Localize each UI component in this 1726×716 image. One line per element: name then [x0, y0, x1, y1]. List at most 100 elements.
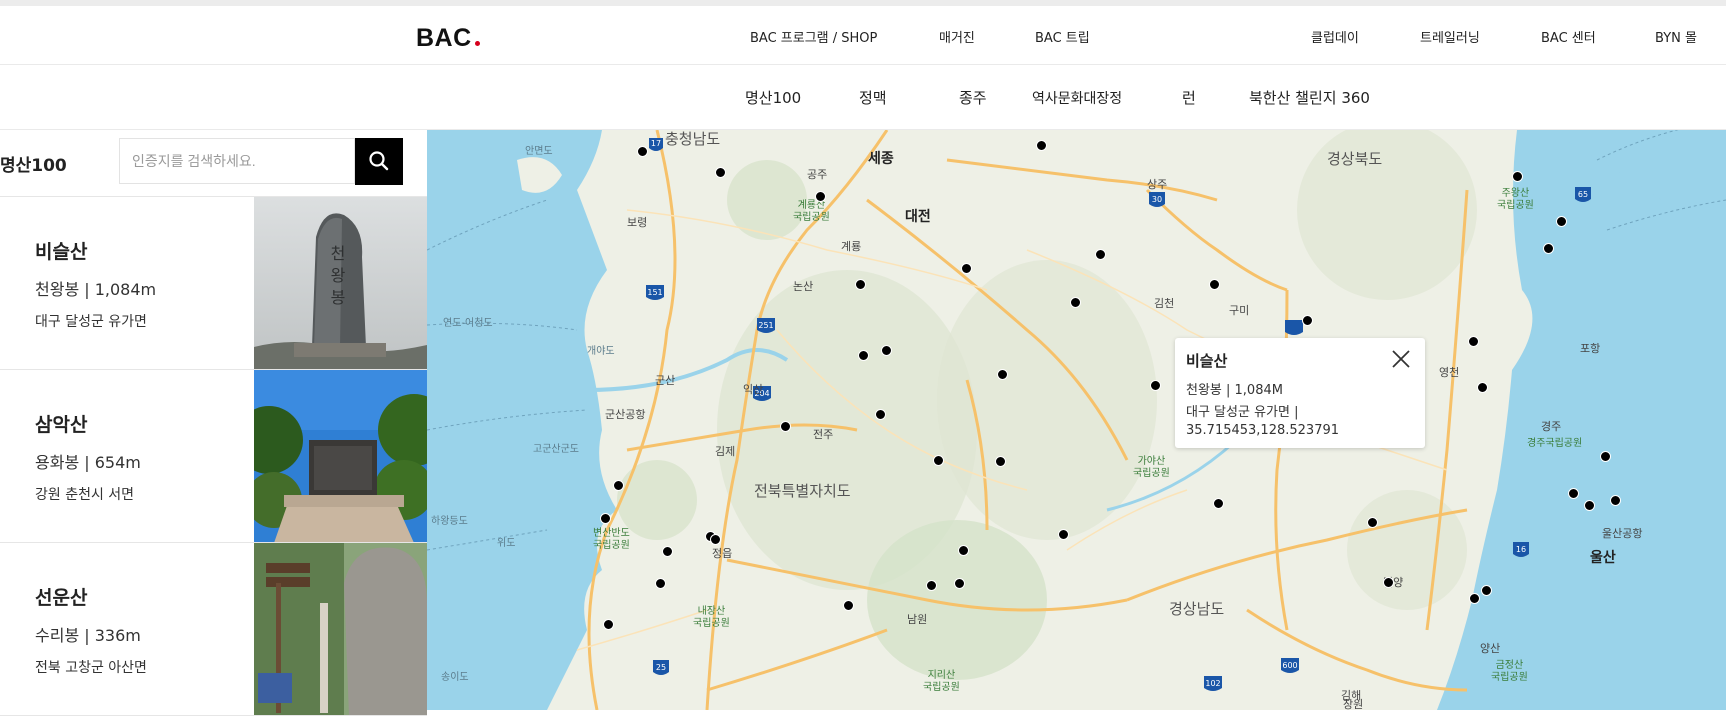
map-label-jeongeup: 정읍 — [712, 547, 733, 560]
svg-text:천: 천 — [331, 244, 346, 263]
list-item[interactable]: 비슬산 천왕봉 | 1,084m 대구 달성군 유가면 천 왕 봉 — [0, 197, 427, 370]
map-marker[interactable] — [1469, 593, 1480, 604]
close-icon — [1392, 350, 1410, 368]
map-label-ulsan: 울산 — [1590, 550, 1616, 566]
map-marker[interactable] — [1070, 297, 1081, 308]
map-marker[interactable] — [875, 409, 886, 420]
map-marker[interactable] — [715, 167, 726, 178]
map-label-nonsan: 논산 — [793, 280, 814, 293]
logo-red-dot — [474, 41, 480, 46]
nav-club-day[interactable]: 클럽데이 — [1311, 27, 1359, 46]
nav-bac-trip[interactable]: BAC 트립 — [1035, 27, 1090, 46]
map-marker[interactable] — [1512, 171, 1523, 182]
list-item[interactable]: 선운산 수리봉 | 336m 전북 고창군 아산면 — [0, 543, 427, 716]
svg-text:왕: 왕 — [331, 266, 346, 285]
search-button[interactable] — [355, 138, 403, 185]
map-marker[interactable] — [995, 456, 1006, 467]
tab-jeongmaek[interactable]: 정맥 — [859, 87, 887, 108]
nav-bac-program-shop[interactable]: BAC 프로그램 / SHOP — [750, 27, 877, 46]
map-marker[interactable] — [780, 421, 791, 432]
search-input[interactable] — [119, 138, 355, 184]
popup-peak: 천왕봉 | 1,084M — [1186, 383, 1283, 398]
svg-text:65: 65 — [1578, 190, 1588, 199]
map-marker[interactable] — [1481, 585, 1492, 596]
nav-trail-running[interactable]: 트레일러닝 — [1420, 27, 1480, 46]
map-label-pohang: 포항 — [1580, 342, 1601, 355]
map-label-sangju: 상주 — [1147, 178, 1168, 191]
popup-close-button[interactable] — [1390, 348, 1412, 370]
map-label-park-jiri: 지리산 국립공원 — [923, 670, 960, 693]
map-label-gyeryong: 계룡 — [841, 240, 862, 253]
map-marker[interactable] — [662, 546, 673, 557]
mountain-peak: 천왕봉 | 1,084m — [35, 280, 157, 299]
map-marker[interactable] — [613, 480, 624, 491]
map-marker[interactable] — [1036, 140, 1047, 151]
bac-logo[interactable]: BAC — [416, 24, 480, 53]
map-marker[interactable] — [1600, 451, 1611, 462]
map-marker[interactable] — [1568, 488, 1579, 499]
map-marker[interactable] — [843, 600, 854, 611]
map-marker[interactable] — [1095, 249, 1106, 260]
map-label-park-byeonsan: 변산반도 국립공원 — [593, 528, 630, 551]
map-marker[interactable] — [1477, 382, 1488, 393]
mountain-location: 대구 달성군 유가면 — [35, 314, 147, 330]
map-label-yeondo: 연도-어청도 — [443, 318, 493, 329]
map-marker[interactable] — [961, 263, 972, 274]
svg-text:600: 600 — [1282, 661, 1297, 670]
map-marker[interactable] — [710, 534, 721, 545]
map-label-chungnam: 충청남도 — [665, 130, 721, 148]
nav-magazine[interactable]: 매거진 — [939, 27, 975, 46]
map-marker[interactable] — [926, 580, 937, 591]
map-label-gyeongbuk: 경상북도 — [1327, 150, 1383, 168]
map-marker[interactable] — [958, 545, 969, 556]
mountain-photo — [254, 543, 427, 715]
map-marker[interactable] — [858, 350, 869, 361]
tab-myeongsan100[interactable]: 명산100 — [745, 87, 801, 108]
map-marker[interactable] — [1556, 216, 1567, 227]
map-marker[interactable] — [1367, 517, 1378, 528]
map-marker[interactable] — [655, 578, 666, 589]
map-label-park-geumjeong: 금정산 국립공원 — [1491, 660, 1528, 683]
list-item[interactable]: 삼악산 용화봉 | 654m 강원 춘천시 서면 — [0, 370, 427, 543]
map-marker[interactable] — [881, 345, 892, 356]
map-marker[interactable] — [1213, 498, 1224, 509]
map-marker[interactable] — [600, 513, 611, 524]
map-marker[interactable] — [1543, 243, 1554, 254]
map-marker[interactable] — [603, 619, 614, 630]
map-label-anmyeondo: 안면도 — [525, 146, 553, 157]
sidebar-title: 명산100 — [0, 156, 67, 176]
map-label-jeonju: 전주 — [813, 428, 834, 441]
global-nav: BAC BAC 프로그램 / SHOP 매거진 BAC 트립 클럽데이 트레일러… — [0, 6, 1726, 65]
tab-run[interactable]: 런 — [1182, 87, 1196, 108]
tab-history-culture[interactable]: 역사문화대장정 — [1032, 88, 1122, 108]
map-marker[interactable] — [637, 146, 648, 157]
map-marker[interactable] — [1209, 279, 1220, 290]
map-marker[interactable] — [815, 191, 826, 202]
tab-bukhansan-360[interactable]: 북한산 챌린지 360 — [1249, 87, 1370, 108]
map-marker[interactable] — [1610, 495, 1621, 506]
svg-text:102: 102 — [1205, 679, 1220, 688]
nav-bac-center[interactable]: BAC 센터 — [1541, 27, 1596, 46]
mountain-list: 비슬산 천왕봉 | 1,084m 대구 달성군 유가면 천 왕 봉 삼악산 용화… — [0, 196, 427, 716]
map-marker[interactable] — [997, 369, 1008, 380]
map-marker[interactable] — [1383, 577, 1394, 588]
map-label-namwon: 남원 — [907, 613, 928, 626]
map-marker[interactable] — [1302, 315, 1313, 326]
map-marker[interactable] — [1584, 500, 1595, 511]
map-view[interactable]: 17 151 251 204 30 65 16 25 600 102 충청남도 … — [427, 130, 1726, 710]
map-marker[interactable] — [855, 279, 866, 290]
map-label-gyeongnam: 경상남도 — [1169, 600, 1225, 618]
tab-jongju[interactable]: 종주 — [959, 87, 987, 108]
map-label-songido: 송이도 — [441, 672, 469, 683]
map-marker[interactable] — [1150, 380, 1161, 391]
map-marker[interactable] — [1468, 336, 1479, 347]
nav-byn-mall[interactable]: BYN 몰 — [1655, 27, 1697, 46]
map-marker[interactable] — [933, 455, 944, 466]
map-label-gongju: 공주 — [807, 168, 828, 181]
map-marker[interactable] — [1058, 529, 1069, 540]
map-marker[interactable] — [954, 578, 965, 589]
map-label-sejong: 세종 — [868, 151, 894, 167]
map-label-park-gyeryong: 계룡산 국립공원 — [793, 200, 830, 223]
mountain-peak: 용화봉 | 654m — [35, 453, 141, 472]
mountain-sidebar: 명산100 비슬산 천왕봉 | 1,084m 대구 달성군 유가면 천 왕 봉 — [0, 130, 427, 716]
